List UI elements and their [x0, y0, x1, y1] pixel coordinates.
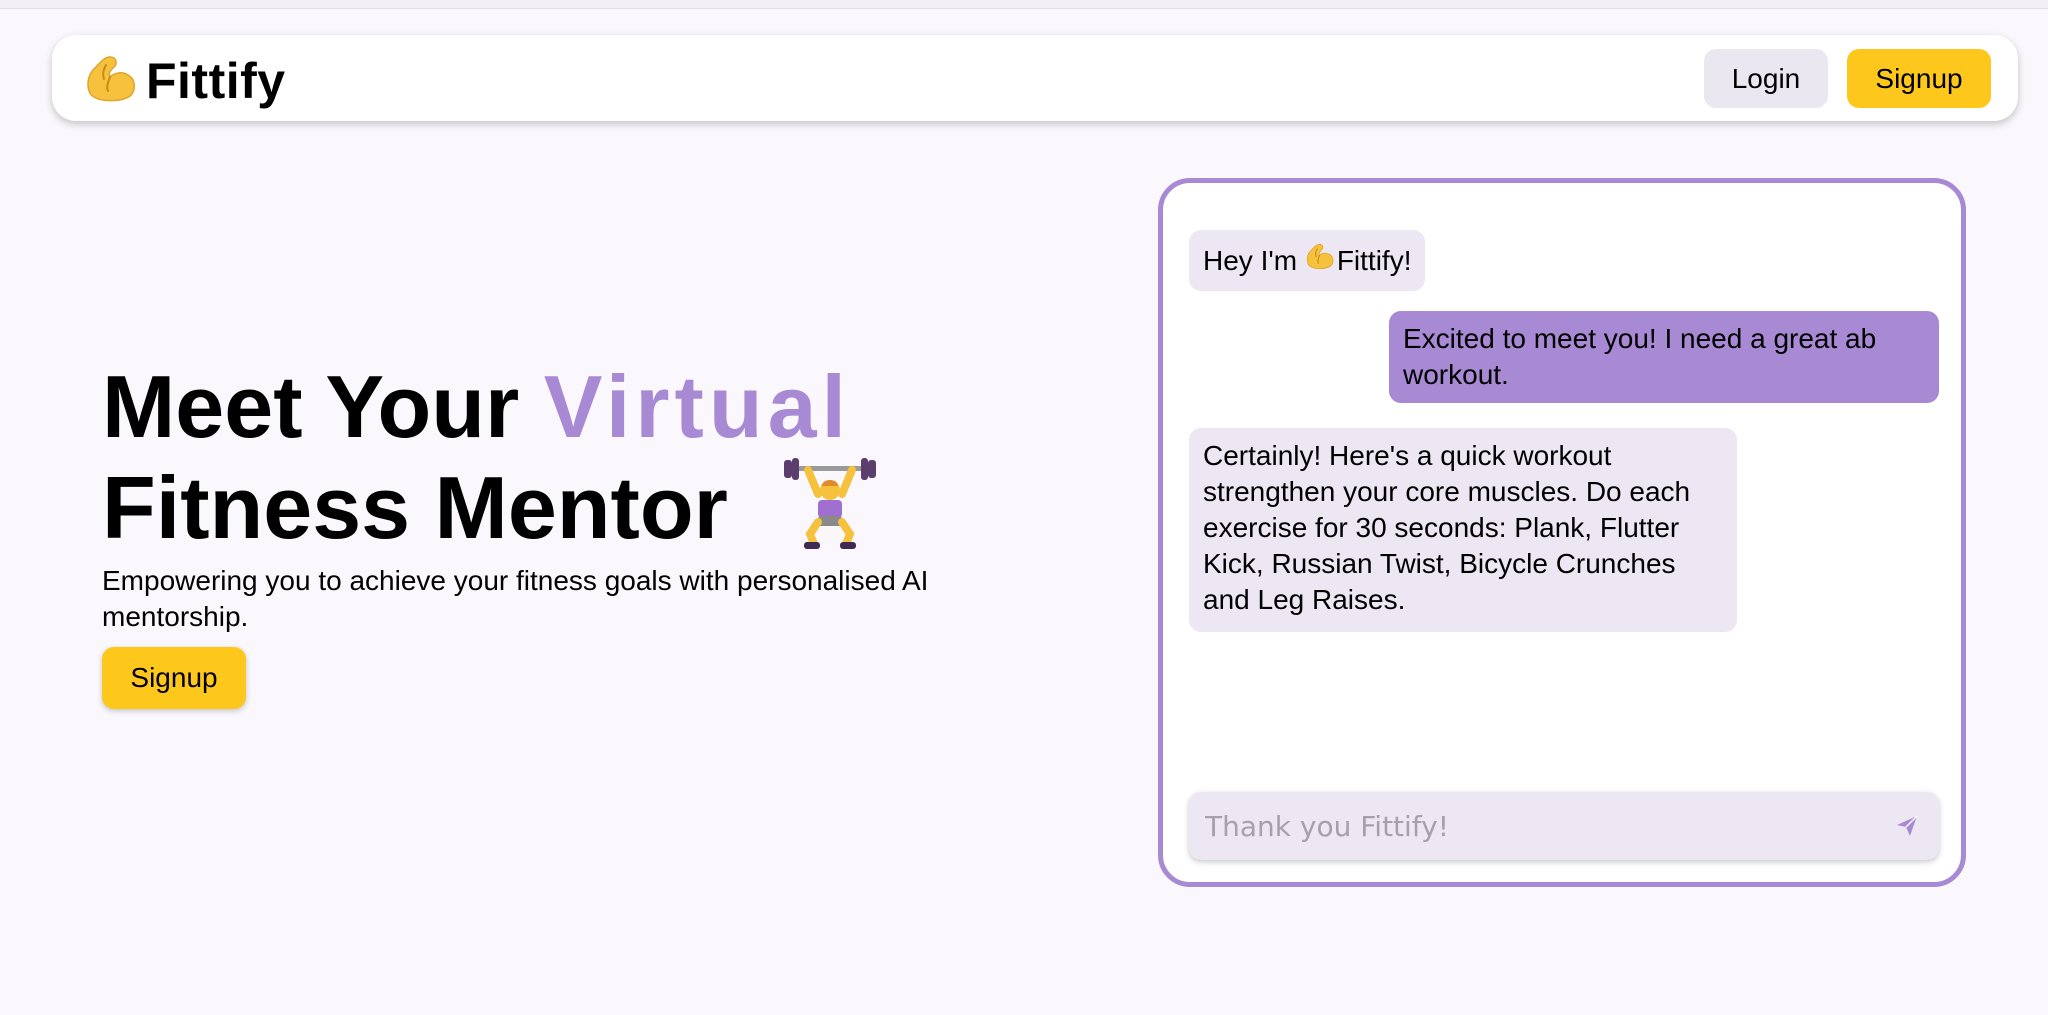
chat-input-bar	[1189, 792, 1939, 860]
navbar: Fittify Login Signup	[52, 35, 2018, 121]
browser-top-edge	[0, 0, 2048, 9]
nav-signup-button[interactable]: Signup	[1847, 49, 1991, 108]
chat-message-user: Excited to meet you! I need a great ab w…	[1389, 311, 1939, 403]
weightlifter-icon	[782, 456, 878, 571]
flexed-biceps-icon	[1305, 242, 1335, 279]
hero-title-part1: Meet Your	[102, 357, 544, 456]
chat-input[interactable]	[1189, 792, 1869, 860]
hero-title-part2: Fitness Mentor	[102, 458, 728, 557]
chat-window: Hey I'm Fittify! Excited to meet you! I …	[1158, 178, 1966, 887]
login-button[interactable]: Login	[1704, 49, 1828, 108]
message-text: Excited to meet you! I need a great ab w…	[1403, 323, 1877, 390]
hero-subtitle: Empowering you to achieve your fitness g…	[102, 565, 929, 632]
chat-message-bot: Certainly! Here's a quick workout streng…	[1189, 428, 1737, 632]
hero-title: Meet Your Virtual Fitness Mentor	[102, 358, 878, 571]
hero-title-accent: Virtual	[543, 357, 851, 456]
message-text: Certainly! Here's a quick workout streng…	[1203, 440, 1691, 615]
send-icon[interactable]	[1889, 808, 1925, 844]
brand[interactable]: Fittify	[84, 53, 286, 108]
flexed-biceps-icon	[84, 53, 138, 108]
brand-name: Fittify	[146, 52, 286, 109]
hero-signup-button[interactable]: Signup	[102, 647, 246, 709]
message-text: Hey I'm	[1203, 244, 1305, 276]
chat-message-bot: Hey I'm Fittify!	[1189, 230, 1426, 291]
message-text: Fittify!	[1336, 244, 1412, 276]
